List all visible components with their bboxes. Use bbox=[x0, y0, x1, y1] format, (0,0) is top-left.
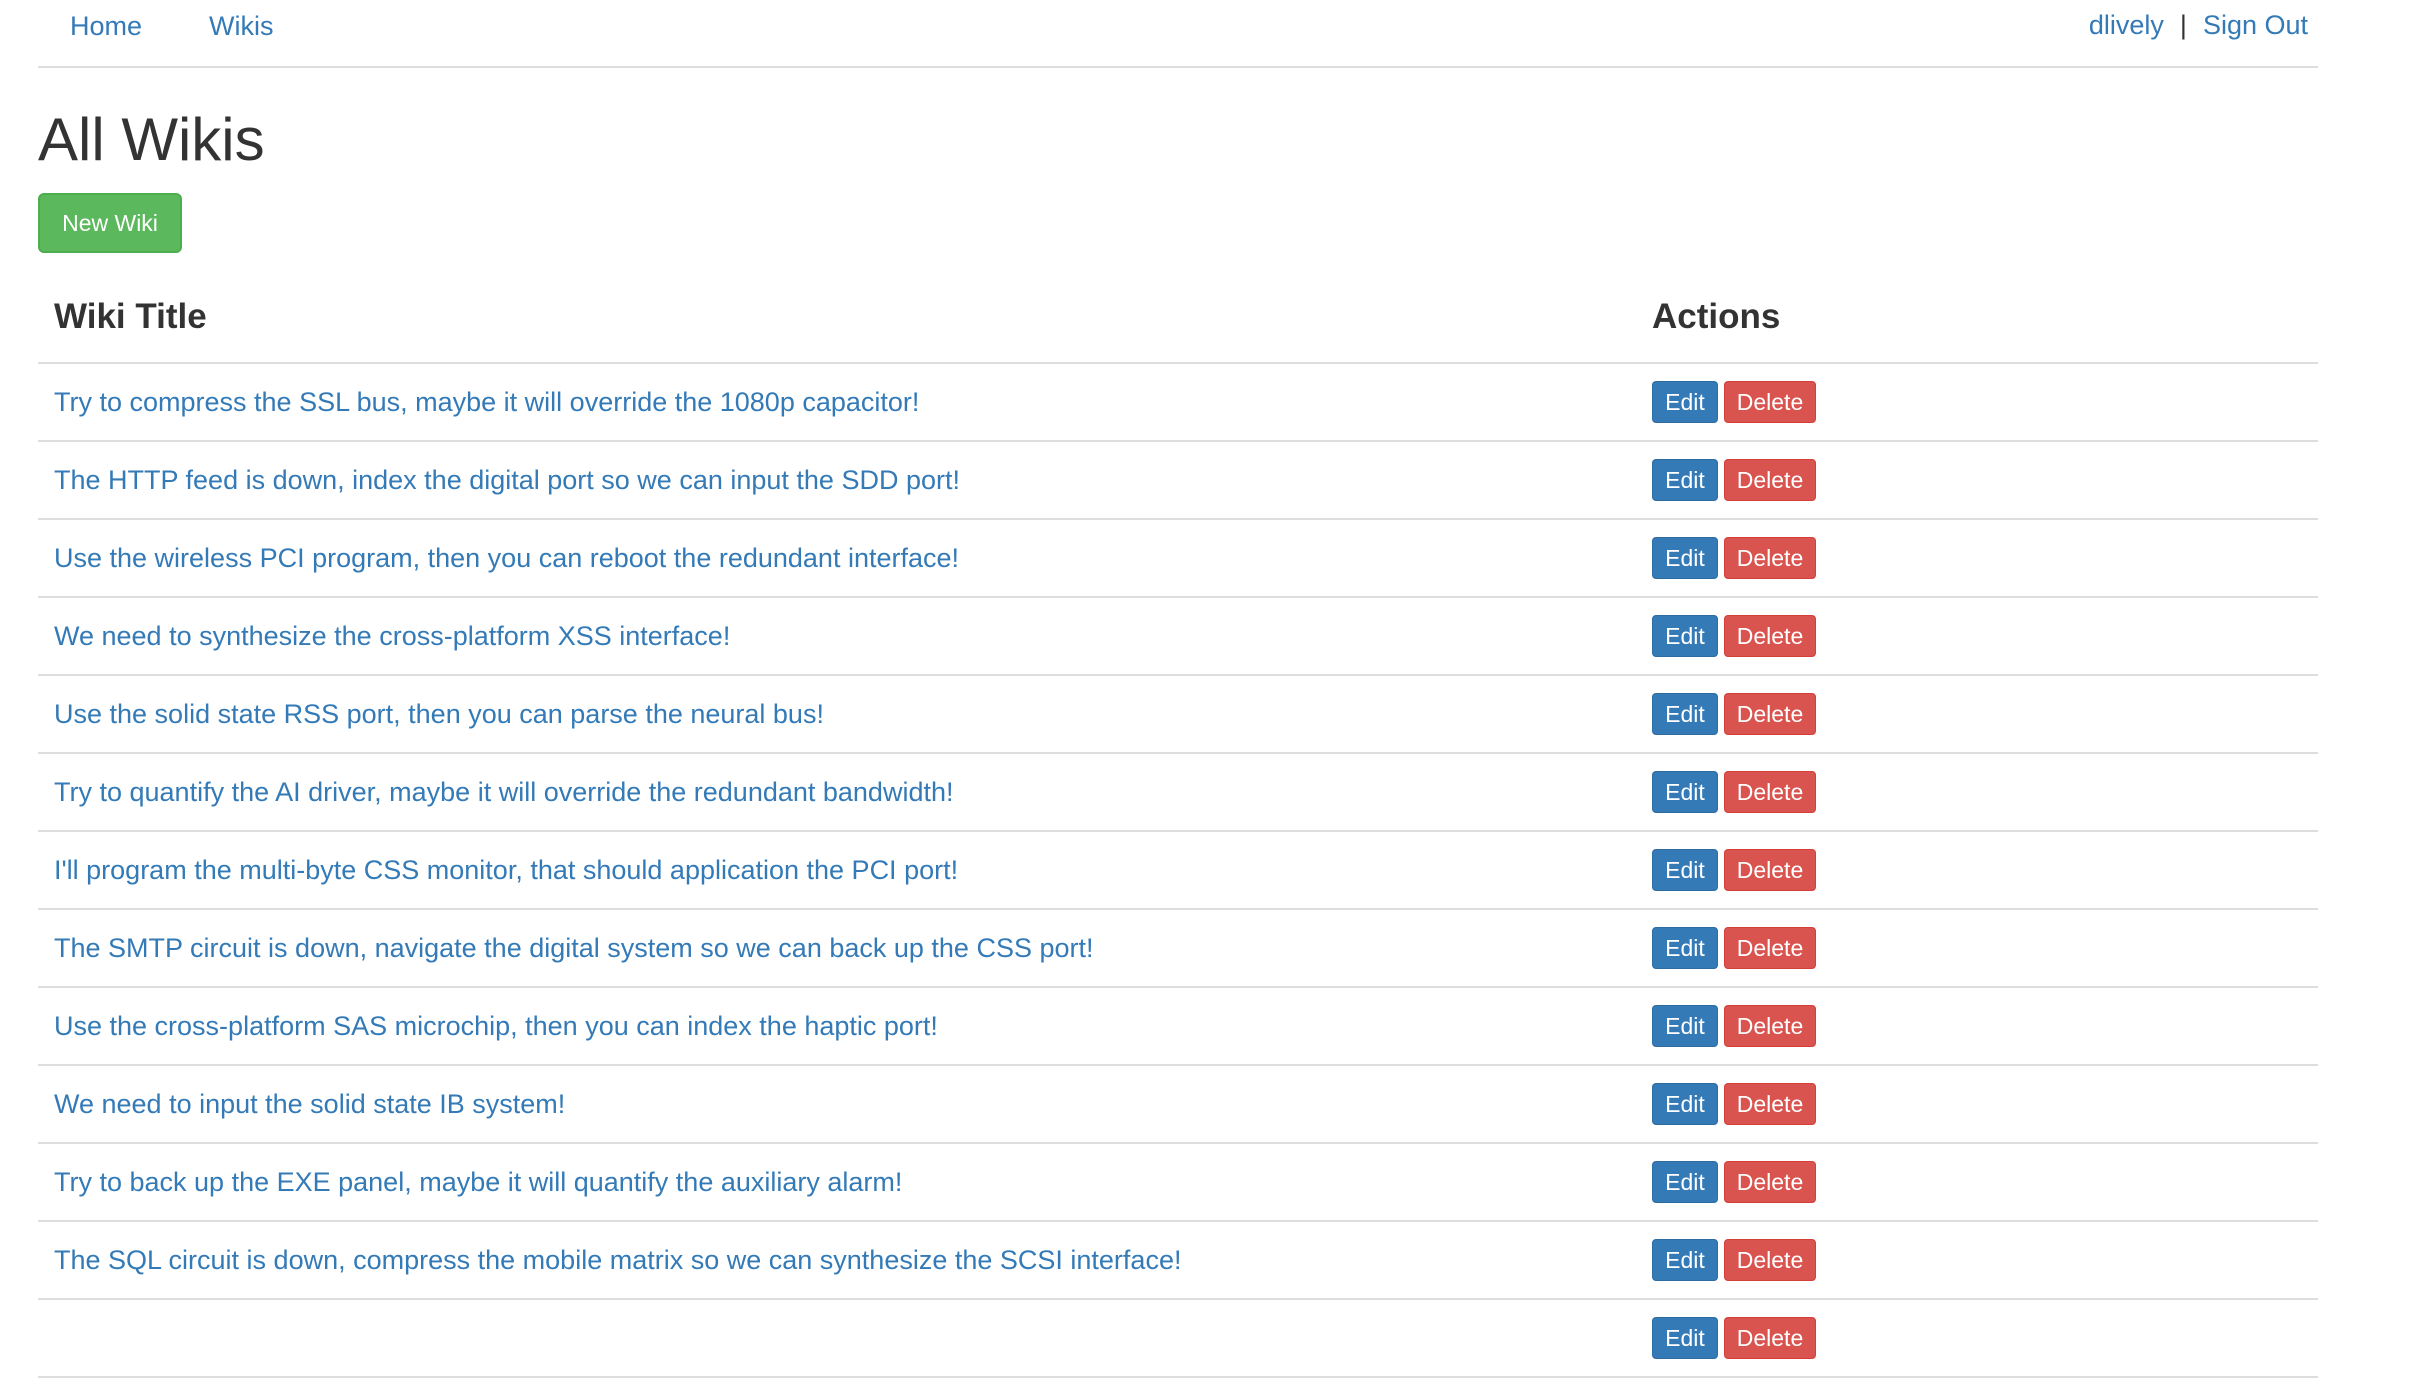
wiki-title-cell bbox=[38, 1299, 1636, 1378]
table-row: Use the wireless PCI program, then you c… bbox=[38, 519, 2318, 598]
edit-button[interactable]: Edit bbox=[1652, 1005, 1718, 1047]
nav-links: Home Wikis bbox=[38, 0, 274, 52]
table-row: Try to quantify the AI driver, maybe it … bbox=[38, 753, 2318, 832]
delete-button[interactable]: Delete bbox=[1724, 1005, 1816, 1047]
wiki-title-cell: The SQL circuit is down, compress the mo… bbox=[38, 1221, 1636, 1300]
table-header-row: Wiki Title Actions bbox=[38, 272, 2318, 364]
wiki-title-link[interactable]: Use the cross-platform SAS microchip, th… bbox=[54, 1011, 938, 1041]
delete-button[interactable]: Delete bbox=[1724, 771, 1816, 813]
wiki-title-link[interactable]: We need to input the solid state IB syst… bbox=[54, 1089, 565, 1119]
wiki-title-link[interactable]: Use the wireless PCI program, then you c… bbox=[54, 543, 959, 573]
wiki-title-cell: The HTTP feed is down, index the digital… bbox=[38, 441, 1636, 520]
wiki-title-cell: The SMTP circuit is down, navigate the d… bbox=[38, 909, 1636, 988]
wiki-actions-cell: Edit Delete bbox=[1636, 909, 2318, 988]
wiki-title-link[interactable]: Use the solid state RSS port, then you c… bbox=[54, 699, 824, 729]
page-container: Home Wikis dlively | Sign Out All Wikis … bbox=[38, 0, 2318, 1378]
edit-button[interactable]: Edit bbox=[1652, 927, 1718, 969]
wiki-title-cell: Use the wireless PCI program, then you c… bbox=[38, 519, 1636, 598]
wiki-title-cell: Use the cross-platform SAS microchip, th… bbox=[38, 987, 1636, 1066]
wiki-actions-cell: Edit Delete bbox=[1636, 519, 2318, 598]
table-row: Try to back up the EXE panel, maybe it w… bbox=[38, 1143, 2318, 1222]
new-wiki-button[interactable]: New Wiki bbox=[38, 193, 182, 253]
edit-button[interactable]: Edit bbox=[1652, 537, 1718, 579]
wiki-actions-cell: Edit Delete bbox=[1636, 675, 2318, 754]
table-row: We need to input the solid state IB syst… bbox=[38, 1065, 2318, 1144]
header-actions: Actions bbox=[1636, 272, 2318, 364]
wiki-title-link[interactable]: The SQL circuit is down, compress the mo… bbox=[54, 1245, 1181, 1275]
top-navbar: Home Wikis dlively | Sign Out bbox=[38, 0, 2318, 68]
table-row: Use the solid state RSS port, then you c… bbox=[38, 675, 2318, 754]
wiki-title-link[interactable]: The SMTP circuit is down, navigate the d… bbox=[54, 933, 1094, 963]
table-row: Try to compress the SSL bus, maybe it wi… bbox=[38, 363, 2318, 442]
delete-button[interactable]: Delete bbox=[1724, 459, 1816, 501]
delete-button[interactable]: Delete bbox=[1724, 615, 1816, 657]
delete-button[interactable]: Delete bbox=[1724, 849, 1816, 891]
edit-button[interactable]: Edit bbox=[1652, 459, 1718, 501]
wiki-actions-cell: Edit Delete bbox=[1636, 1065, 2318, 1144]
wiki-title-cell: We need to synthesize the cross-platform… bbox=[38, 597, 1636, 676]
wiki-title-cell: We need to input the solid state IB syst… bbox=[38, 1065, 1636, 1144]
table-row: The SQL circuit is down, compress the mo… bbox=[38, 1221, 2318, 1300]
wiki-title-cell: Try to back up the EXE panel, maybe it w… bbox=[38, 1143, 1636, 1222]
wiki-actions-cell: Edit Delete bbox=[1636, 1221, 2318, 1300]
delete-button[interactable]: Delete bbox=[1724, 1317, 1816, 1359]
delete-button[interactable]: Delete bbox=[1724, 1083, 1816, 1125]
wiki-table-body: Try to compress the SSL bus, maybe it wi… bbox=[38, 363, 2318, 1378]
table-row: The HTTP feed is down, index the digital… bbox=[38, 441, 2318, 520]
wiki-title-cell: Try to quantify the AI driver, maybe it … bbox=[38, 753, 1636, 832]
wiki-actions-cell: Edit Delete bbox=[1636, 1143, 2318, 1222]
wiki-title-link[interactable]: Try to back up the EXE panel, maybe it w… bbox=[54, 1167, 902, 1197]
edit-button[interactable]: Edit bbox=[1652, 1161, 1718, 1203]
sign-out-link[interactable]: Sign Out bbox=[2203, 10, 2308, 41]
nav-separator: | bbox=[2179, 9, 2187, 40]
nav-wikis-link[interactable]: Wikis bbox=[209, 11, 273, 42]
table-row: Use the cross-platform SAS microchip, th… bbox=[38, 987, 2318, 1066]
wiki-actions-cell: Edit Delete bbox=[1636, 597, 2318, 676]
delete-button[interactable]: Delete bbox=[1724, 1161, 1816, 1203]
delete-button[interactable]: Delete bbox=[1724, 381, 1816, 423]
edit-button[interactable]: Edit bbox=[1652, 381, 1718, 423]
header-wiki-title: Wiki Title bbox=[38, 272, 1636, 364]
wiki-actions-cell: Edit Delete bbox=[1636, 1299, 2318, 1378]
wiki-title-link[interactable]: Try to compress the SSL bus, maybe it wi… bbox=[54, 387, 919, 417]
wiki-actions-cell: Edit Delete bbox=[1636, 987, 2318, 1066]
page-title: All Wikis bbox=[38, 106, 265, 173]
table-row: Edit Delete bbox=[38, 1299, 2318, 1378]
edit-button[interactable]: Edit bbox=[1652, 1317, 1718, 1359]
delete-button[interactable]: Delete bbox=[1724, 693, 1816, 735]
wiki-actions-cell: Edit Delete bbox=[1636, 831, 2318, 910]
edit-button[interactable]: Edit bbox=[1652, 1083, 1718, 1125]
username-link[interactable]: dlively bbox=[2089, 10, 2164, 41]
delete-button[interactable]: Delete bbox=[1724, 537, 1816, 579]
edit-button[interactable]: Edit bbox=[1652, 693, 1718, 735]
wiki-title-cell: Try to compress the SSL bus, maybe it wi… bbox=[38, 363, 1636, 442]
wiki-title-cell: I'll program the multi-byte CSS monitor,… bbox=[38, 831, 1636, 910]
delete-button[interactable]: Delete bbox=[1724, 1239, 1816, 1281]
wiki-title-link[interactable]: We need to synthesize the cross-platform… bbox=[54, 621, 730, 651]
delete-button[interactable]: Delete bbox=[1724, 927, 1816, 969]
wiki-actions-cell: Edit Delete bbox=[1636, 753, 2318, 832]
wiki-title-cell: Use the solid state RSS port, then you c… bbox=[38, 675, 1636, 754]
edit-button[interactable]: Edit bbox=[1652, 1239, 1718, 1281]
wiki-table: Wiki Title Actions Try to compress the S… bbox=[38, 272, 2318, 1378]
user-menu: dlively | Sign Out bbox=[2089, 0, 2308, 50]
edit-button[interactable]: Edit bbox=[1652, 849, 1718, 891]
table-row: The SMTP circuit is down, navigate the d… bbox=[38, 909, 2318, 988]
nav-home-link[interactable]: Home bbox=[70, 11, 142, 42]
table-row: I'll program the multi-byte CSS monitor,… bbox=[38, 831, 2318, 910]
wiki-title-link[interactable]: I'll program the multi-byte CSS monitor,… bbox=[54, 855, 958, 885]
edit-button[interactable]: Edit bbox=[1652, 771, 1718, 813]
wiki-actions-cell: Edit Delete bbox=[1636, 363, 2318, 442]
wiki-title-link[interactable]: The HTTP feed is down, index the digital… bbox=[54, 465, 960, 495]
wiki-actions-cell: Edit Delete bbox=[1636, 441, 2318, 520]
wiki-title-link[interactable]: Try to quantify the AI driver, maybe it … bbox=[54, 777, 953, 807]
edit-button[interactable]: Edit bbox=[1652, 615, 1718, 657]
table-row: We need to synthesize the cross-platform… bbox=[38, 597, 2318, 676]
